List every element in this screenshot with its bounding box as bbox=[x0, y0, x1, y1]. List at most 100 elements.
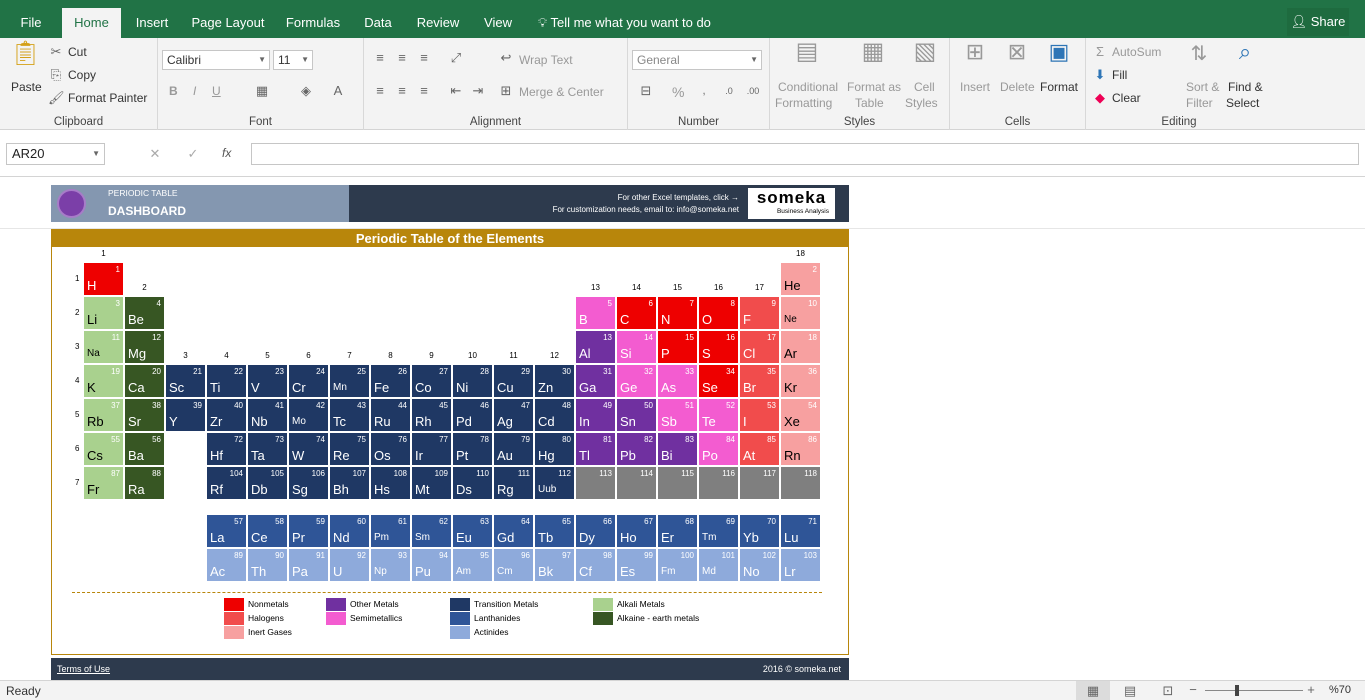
element-cell[interactable]: 103 Lr bbox=[780, 548, 821, 582]
tell-me-box[interactable]: 💡︎ Tell me what you want to do bbox=[538, 8, 711, 38]
normal-view-button[interactable]: ▦ bbox=[1076, 681, 1110, 700]
element-cell[interactable]: 6C bbox=[616, 296, 657, 330]
sort-filter-label-2[interactable]: Filter bbox=[1186, 96, 1213, 110]
element-cell[interactable]: 114 bbox=[616, 466, 657, 500]
delete-button[interactable]: Delete bbox=[1000, 80, 1035, 94]
element-cell[interactable]: 85 At bbox=[739, 432, 780, 466]
element-cell[interactable]: 76 Os bbox=[370, 432, 411, 466]
element-cell[interactable]: 27 Co bbox=[411, 364, 452, 398]
element-cell[interactable]: 115 bbox=[657, 466, 698, 500]
paste-button[interactable]: Paste bbox=[11, 80, 42, 94]
tab-file[interactable]: File bbox=[10, 8, 52, 38]
element-cell[interactable]: 42 Mo bbox=[288, 398, 329, 432]
element-cell[interactable]: 79 Au bbox=[493, 432, 534, 466]
cancel-icon[interactable]: ✕ bbox=[146, 146, 164, 162]
element-cell[interactable]: 95 Am bbox=[452, 548, 493, 582]
element-cell[interactable]: 74 W bbox=[288, 432, 329, 466]
increase-indent-icon[interactable]: ⇥ bbox=[470, 83, 486, 99]
element-cell[interactable]: 1H bbox=[83, 262, 124, 296]
increase-decimal-icon[interactable]: .0 bbox=[720, 83, 738, 99]
eraser-icon[interactable]: ◆ bbox=[1092, 90, 1108, 106]
italic-button[interactable]: I bbox=[193, 84, 196, 98]
element-cell[interactable]: 63 Eu bbox=[452, 514, 493, 548]
element-cell[interactable]: 100 Fm bbox=[657, 548, 698, 582]
element-cell[interactable]: 112 Uub bbox=[534, 466, 575, 500]
element-cell[interactable]: 90 Th bbox=[247, 548, 288, 582]
brush-icon[interactable]: 🖌︎ bbox=[48, 90, 65, 106]
element-cell[interactable]: 104 Rf bbox=[206, 466, 247, 500]
magnifier-icon[interactable]: ⌕ bbox=[1232, 41, 1258, 72]
element-cell[interactable]: 33 As bbox=[657, 364, 698, 398]
find-select-label-2[interactable]: Select bbox=[1226, 96, 1259, 110]
element-cell[interactable]: 62 Sm bbox=[411, 514, 452, 548]
confirm-icon[interactable]: ✓ bbox=[184, 146, 202, 162]
element-cell[interactable]: 109 Mt bbox=[411, 466, 452, 500]
element-cell[interactable]: 2 He bbox=[780, 262, 821, 296]
element-cell[interactable]: 61 Pm bbox=[370, 514, 411, 548]
scissors-icon[interactable]: ✂ bbox=[48, 44, 64, 60]
element-cell[interactable]: 108 Hs bbox=[370, 466, 411, 500]
element-cell[interactable]: 51 Sb bbox=[657, 398, 698, 432]
element-cell[interactable]: 107 Bh bbox=[329, 466, 370, 500]
zoom-slider-thumb[interactable] bbox=[1235, 685, 1239, 696]
element-cell[interactable]: 47 Ag bbox=[493, 398, 534, 432]
element-cell[interactable]: 28 Ni bbox=[452, 364, 493, 398]
font-size-select[interactable]: 11 ▼ bbox=[273, 50, 313, 70]
element-cell[interactable]: 99 Es bbox=[616, 548, 657, 582]
cell-styles-icon[interactable]: ▧ bbox=[910, 40, 940, 74]
wrap-text-icon[interactable]: ↩ bbox=[498, 50, 514, 66]
element-cell[interactable]: 92 U bbox=[329, 548, 370, 582]
element-cell[interactable]: 86 Rn bbox=[780, 432, 821, 466]
insert-function-button[interactable]: fx bbox=[222, 146, 231, 160]
element-cell[interactable]: 70 Yb bbox=[739, 514, 780, 548]
element-cell[interactable]: 20 Ca bbox=[124, 364, 165, 398]
element-cell[interactable]: 15 P bbox=[657, 330, 698, 364]
element-cell[interactable]: 111 Rg bbox=[493, 466, 534, 500]
element-cell[interactable]: 39 Y bbox=[165, 398, 206, 432]
element-cell[interactable]: 88 Ra bbox=[124, 466, 165, 500]
orientation-icon[interactable]: ⤢ bbox=[448, 50, 464, 66]
element-cell[interactable]: 93 Np bbox=[370, 548, 411, 582]
paste-icon[interactable]: 📋︎ bbox=[10, 42, 40, 76]
find-select-label-1[interactable]: Find & bbox=[1228, 80, 1263, 94]
merge-icon[interactable]: ⊞ bbox=[498, 83, 514, 99]
element-cell[interactable]: 18 Ar bbox=[780, 330, 821, 364]
tab-review[interactable]: Review bbox=[410, 8, 466, 38]
zoom-slider-track[interactable] bbox=[1205, 690, 1303, 691]
format-table-label-2[interactable]: Table bbox=[855, 96, 884, 110]
element-cell[interactable]: 40 Zr bbox=[206, 398, 247, 432]
templates-link[interactable]: For other Excel templates, click → bbox=[618, 193, 739, 202]
element-cell[interactable]: 9F bbox=[739, 296, 780, 330]
align-center-icon[interactable]: ≡ bbox=[394, 83, 410, 99]
element-cell[interactable]: 11 Na bbox=[83, 330, 124, 364]
tab-insert[interactable]: Insert bbox=[128, 8, 176, 38]
element-cell[interactable]: 7N bbox=[657, 296, 698, 330]
element-cell[interactable]: 56 Ba bbox=[124, 432, 165, 466]
cell-styles-label-2[interactable]: Styles bbox=[905, 96, 938, 110]
element-cell[interactable]: 22 Ti bbox=[206, 364, 247, 398]
element-cell[interactable]: 72 Hf bbox=[206, 432, 247, 466]
element-cell[interactable]: 81 Tl bbox=[575, 432, 616, 466]
page-break-view-icon[interactable]: ⊡ bbox=[1160, 683, 1176, 699]
element-cell[interactable]: 69 Tm bbox=[698, 514, 739, 548]
element-cell[interactable]: 102 No bbox=[739, 548, 780, 582]
sort-filter-icon[interactable]: ⇅ bbox=[1186, 44, 1212, 72]
align-top-icon[interactable]: ≡ bbox=[372, 50, 388, 66]
element-cell[interactable]: 75 Re bbox=[329, 432, 370, 466]
element-cell[interactable]: 10 Ne bbox=[780, 296, 821, 330]
element-cell[interactable]: 80 Hg bbox=[534, 432, 575, 466]
sigma-icon[interactable]: Σ bbox=[1092, 44, 1108, 60]
align-bottom-icon[interactable]: ≡ bbox=[416, 50, 432, 66]
element-cell[interactable]: 66 Dy bbox=[575, 514, 616, 548]
zoom-out-icon[interactable]: − bbox=[1186, 682, 1200, 698]
percent-button[interactable]: % bbox=[672, 84, 684, 100]
fill-icon[interactable]: ⬇ bbox=[1092, 67, 1108, 83]
format-button[interactable]: Format bbox=[1040, 80, 1078, 94]
tab-home[interactable]: Home bbox=[62, 8, 121, 38]
element-cell[interactable]: 105 Db bbox=[247, 466, 288, 500]
element-cell[interactable]: 23 V bbox=[247, 364, 288, 398]
cell-styles-label-1[interactable]: Cell bbox=[914, 80, 935, 94]
someka-logo[interactable]: someka Business Analysis bbox=[748, 188, 835, 219]
element-cell[interactable]: 117 bbox=[739, 466, 780, 500]
element-cell[interactable]: 54 Xe bbox=[780, 398, 821, 432]
